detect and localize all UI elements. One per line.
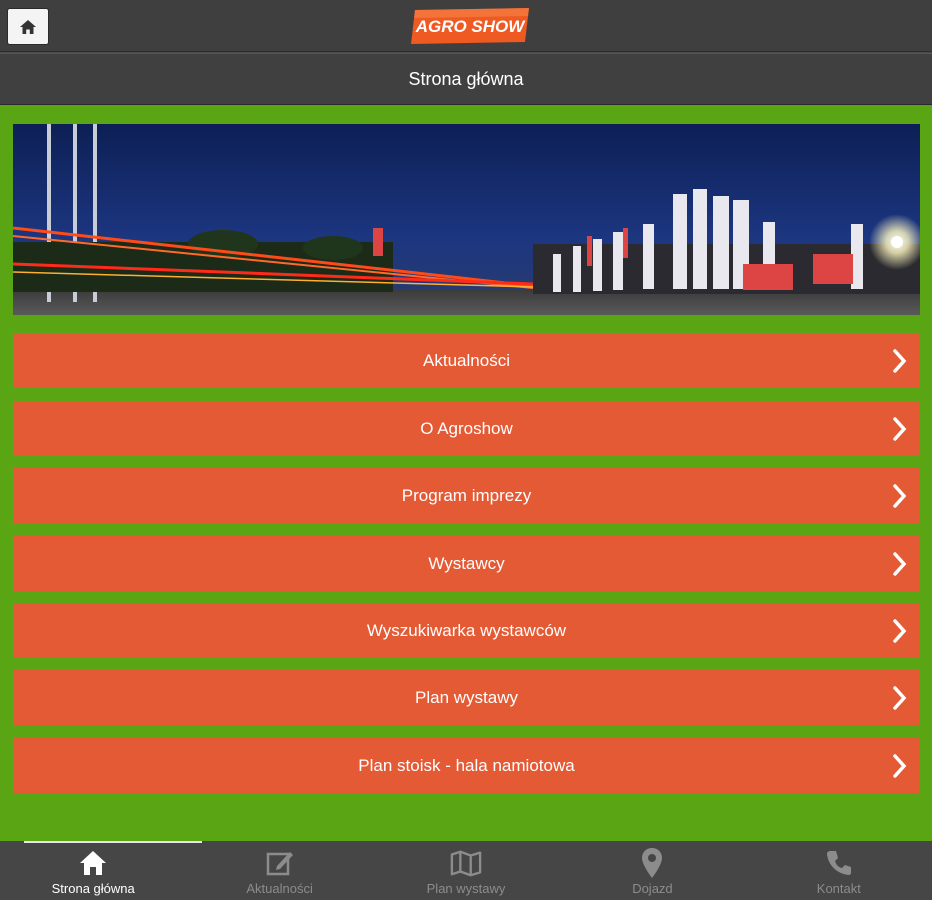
menu-item-label: Aktualności [423,350,510,370]
home-button[interactable] [7,8,49,45]
menu-item-wystawcy[interactable]: Wystawcy [13,536,920,591]
edit-icon [266,852,293,876]
tab-label: Plan wystawy [426,881,506,896]
menu-item-label: Wystawcy [428,553,505,573]
tab-kontakt[interactable]: Kontakt [746,841,932,900]
tab-strona-glowna[interactable]: Strona główna [0,841,203,900]
tab-label: Strona główna [51,881,135,896]
phone-icon [826,851,851,875]
home-icon [80,851,107,875]
tab-plan-wystawy[interactable]: Plan wystawy [373,841,559,900]
menu-item-label: Plan wystawy [415,687,518,707]
chevron-right-icon [893,753,907,778]
agro-show-logo: AGRO SHOW [411,6,531,46]
tab-label: Kontakt [816,881,861,896]
banner-image [13,124,920,315]
map-icon [450,850,482,877]
chevron-right-icon [893,348,907,373]
svg-text:AGRO SHOW: AGRO SHOW [415,17,527,36]
menu-item-label: Wyszukiwarka wystawców [366,620,567,640]
menu-item-plan-stoisk[interactable]: Plan stoisk - hala namiotowa [13,738,920,793]
menu-item-plan-wystawy[interactable]: Plan wystawy [13,670,920,725]
chevron-right-icon [893,685,907,710]
menu-item-label: Program imprezy [401,485,532,505]
map-pin-icon [642,848,663,878]
home-icon [20,19,36,34]
menu-item-aktualnosci[interactable]: Aktualności [13,333,920,388]
chevron-right-icon [893,416,907,441]
tab-label: Aktualności [246,881,313,896]
main-content: Aktualności O Agroshow Program imprezy W… [0,105,932,841]
menu-item-wyszukiwarka-wystawcow[interactable]: Wyszukiwarka wystawców [13,603,920,658]
bottom-tab-bar: Strona główna Aktualności Plan wystawy D… [0,841,932,900]
page-title: Strona główna [0,53,932,105]
menu-item-label: Plan stoisk - hala namiotowa [358,755,575,775]
menu-item-label: O Agroshow [420,418,513,438]
menu-item-o-agroshow[interactable]: O Agroshow [13,401,920,456]
tab-dojazd[interactable]: Dojazd [559,841,745,900]
tab-aktualnosci[interactable]: Aktualności [186,841,372,900]
menu-item-program-imprezy[interactable]: Program imprezy [13,468,920,523]
top-bar: AGRO SHOW [0,0,932,52]
tab-label: Dojazd [632,881,673,896]
chevron-right-icon [893,483,907,508]
chevron-right-icon [893,618,907,643]
chevron-right-icon [893,551,907,576]
